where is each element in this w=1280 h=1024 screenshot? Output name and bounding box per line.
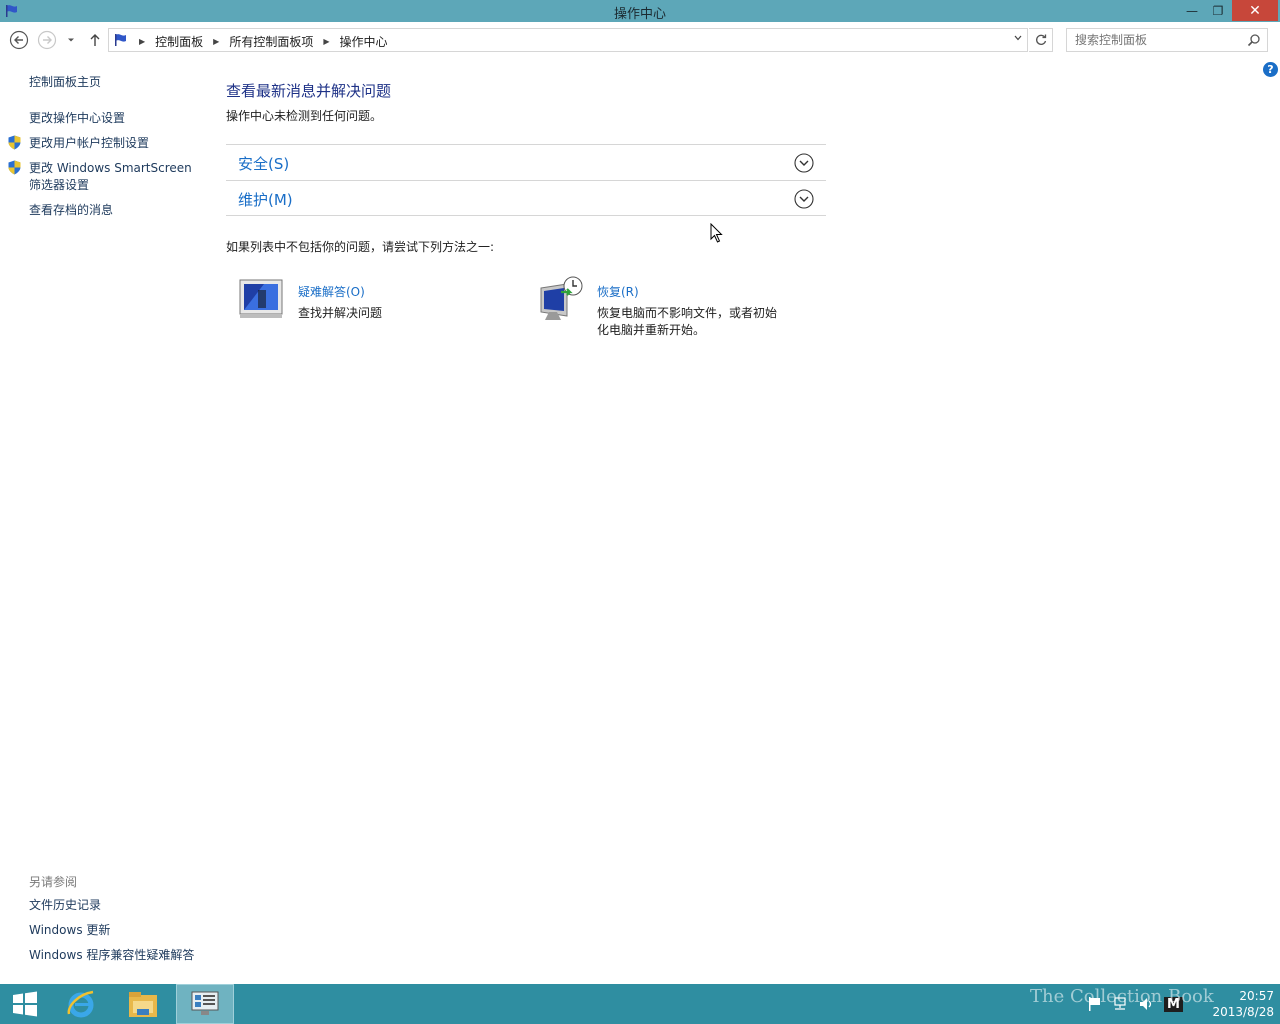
- forward-button[interactable]: [37, 30, 57, 50]
- see-also-heading: 另请参阅: [29, 875, 78, 889]
- address-dropdown-button[interactable]: [1010, 30, 1026, 46]
- search-input[interactable]: [1075, 33, 1235, 47]
- uac-shield-icon: [8, 135, 21, 150]
- back-arrow-icon: [9, 30, 29, 50]
- troubleshooting-icon[interactable]: [238, 276, 286, 324]
- page-title: 查看最新消息并解决问题: [226, 82, 392, 100]
- folder-icon: [129, 992, 157, 1017]
- control-panel-taskbar-button[interactable]: [176, 984, 234, 1024]
- status-message: 操作中心未检测到任何问题。: [226, 109, 383, 123]
- internet-explorer-icon: [67, 990, 94, 1018]
- mouse-cursor-icon: [710, 223, 723, 243]
- recovery-icon[interactable]: [537, 276, 585, 324]
- security-section-header[interactable]: 安全(S): [226, 144, 826, 180]
- view-archived-messages-link[interactable]: 查看存档的消息: [29, 202, 113, 219]
- left-navigation-pane: 控制面板主页 更改操作中心设置 更改用户帐户控制设置 更改 Windows Sm…: [0, 58, 210, 984]
- change-action-center-settings-link[interactable]: 更改操作中心设置: [29, 110, 125, 127]
- security-section-label: 安全(S): [238, 155, 290, 173]
- breadcrumb-separator-icon[interactable]: ▶: [319, 37, 333, 46]
- program-compatibility-link[interactable]: Windows 程序兼容性疑难解答: [29, 947, 194, 964]
- help-button[interactable]: ?: [1263, 62, 1278, 77]
- windows-logo-icon: [13, 991, 37, 1017]
- recovery-description: 恢复电脑而不影响文件，或者初始化电脑并重新开始。: [597, 306, 778, 337]
- breadcrumb-control-panel[interactable]: 控制面板: [149, 33, 209, 50]
- expand-chevron-icon[interactable]: [794, 153, 814, 173]
- maintenance-section-label: 维护(M): [238, 191, 293, 209]
- watermark: The Collection Book: [1030, 986, 1214, 1007]
- back-button[interactable]: [9, 30, 29, 50]
- change-smartscreen-settings-link[interactable]: 更改 Windows SmartScreen: [29, 160, 192, 177]
- title-bar: 操作中心 — ❐ ✕: [0, 0, 1280, 22]
- refresh-button[interactable]: [1029, 28, 1053, 52]
- expand-chevron-icon[interactable]: [794, 189, 814, 209]
- flag-icon: [115, 34, 126, 46]
- control-panel-icon: [191, 991, 219, 1015]
- address-bar[interactable]: ▶ 控制面板 ▶ 所有控制面板项 ▶ 操作中心: [108, 28, 1028, 52]
- breadcrumb-all-items[interactable]: 所有控制面板项: [223, 33, 319, 50]
- breadcrumb-action-center[interactable]: 操作中心: [334, 33, 394, 50]
- breadcrumb: ▶ 控制面板 ▶ 所有控制面板项 ▶ 操作中心: [135, 33, 394, 50]
- maintenance-section-header[interactable]: 维护(M): [226, 180, 826, 216]
- change-uac-settings-link[interactable]: 更改用户帐户控制设置: [29, 135, 149, 152]
- troubleshooting-link[interactable]: 疑难解答(O): [298, 283, 365, 300]
- breadcrumb-separator-icon[interactable]: ▶: [135, 37, 149, 46]
- control-panel-home-link[interactable]: 控制面板主页: [29, 74, 101, 91]
- uac-shield-icon: [8, 160, 21, 175]
- up-button[interactable]: [85, 30, 105, 50]
- chevron-down-icon: [68, 38, 74, 42]
- refresh-icon: [1035, 34, 1046, 45]
- search-box[interactable]: [1066, 28, 1268, 52]
- chevron-down-icon: [1014, 35, 1022, 41]
- maximize-button[interactable]: ❐: [1206, 0, 1230, 21]
- internet-explorer-taskbar-button[interactable]: [58, 984, 104, 1024]
- search-icon[interactable]: [1247, 33, 1261, 47]
- recovery-link[interactable]: 恢复(R): [597, 283, 639, 300]
- up-arrow-icon: [90, 34, 100, 46]
- alternatives-prompt: 如果列表中不包括你的问题，请尝试下列方法之一:: [226, 240, 495, 254]
- recent-locations-button[interactable]: [64, 30, 78, 50]
- change-smartscreen-settings-link-line2[interactable]: 筛选器设置: [29, 177, 89, 194]
- minimize-button[interactable]: —: [1180, 0, 1204, 21]
- forward-arrow-icon: [37, 30, 57, 50]
- navigation-bar: ▶ 控制面板 ▶ 所有控制面板项 ▶ 操作中心: [0, 22, 1280, 58]
- troubleshooting-description: 查找并解决问题: [298, 306, 383, 320]
- breadcrumb-separator-icon[interactable]: ▶: [209, 37, 223, 46]
- start-button[interactable]: [0, 984, 50, 1024]
- file-history-link[interactable]: 文件历史记录: [29, 897, 101, 914]
- window-title: 操作中心: [613, 7, 666, 22]
- close-button[interactable]: ✕: [1232, 0, 1278, 21]
- file-explorer-taskbar-button[interactable]: [120, 984, 166, 1024]
- windows-update-link[interactable]: Windows 更新: [29, 922, 110, 939]
